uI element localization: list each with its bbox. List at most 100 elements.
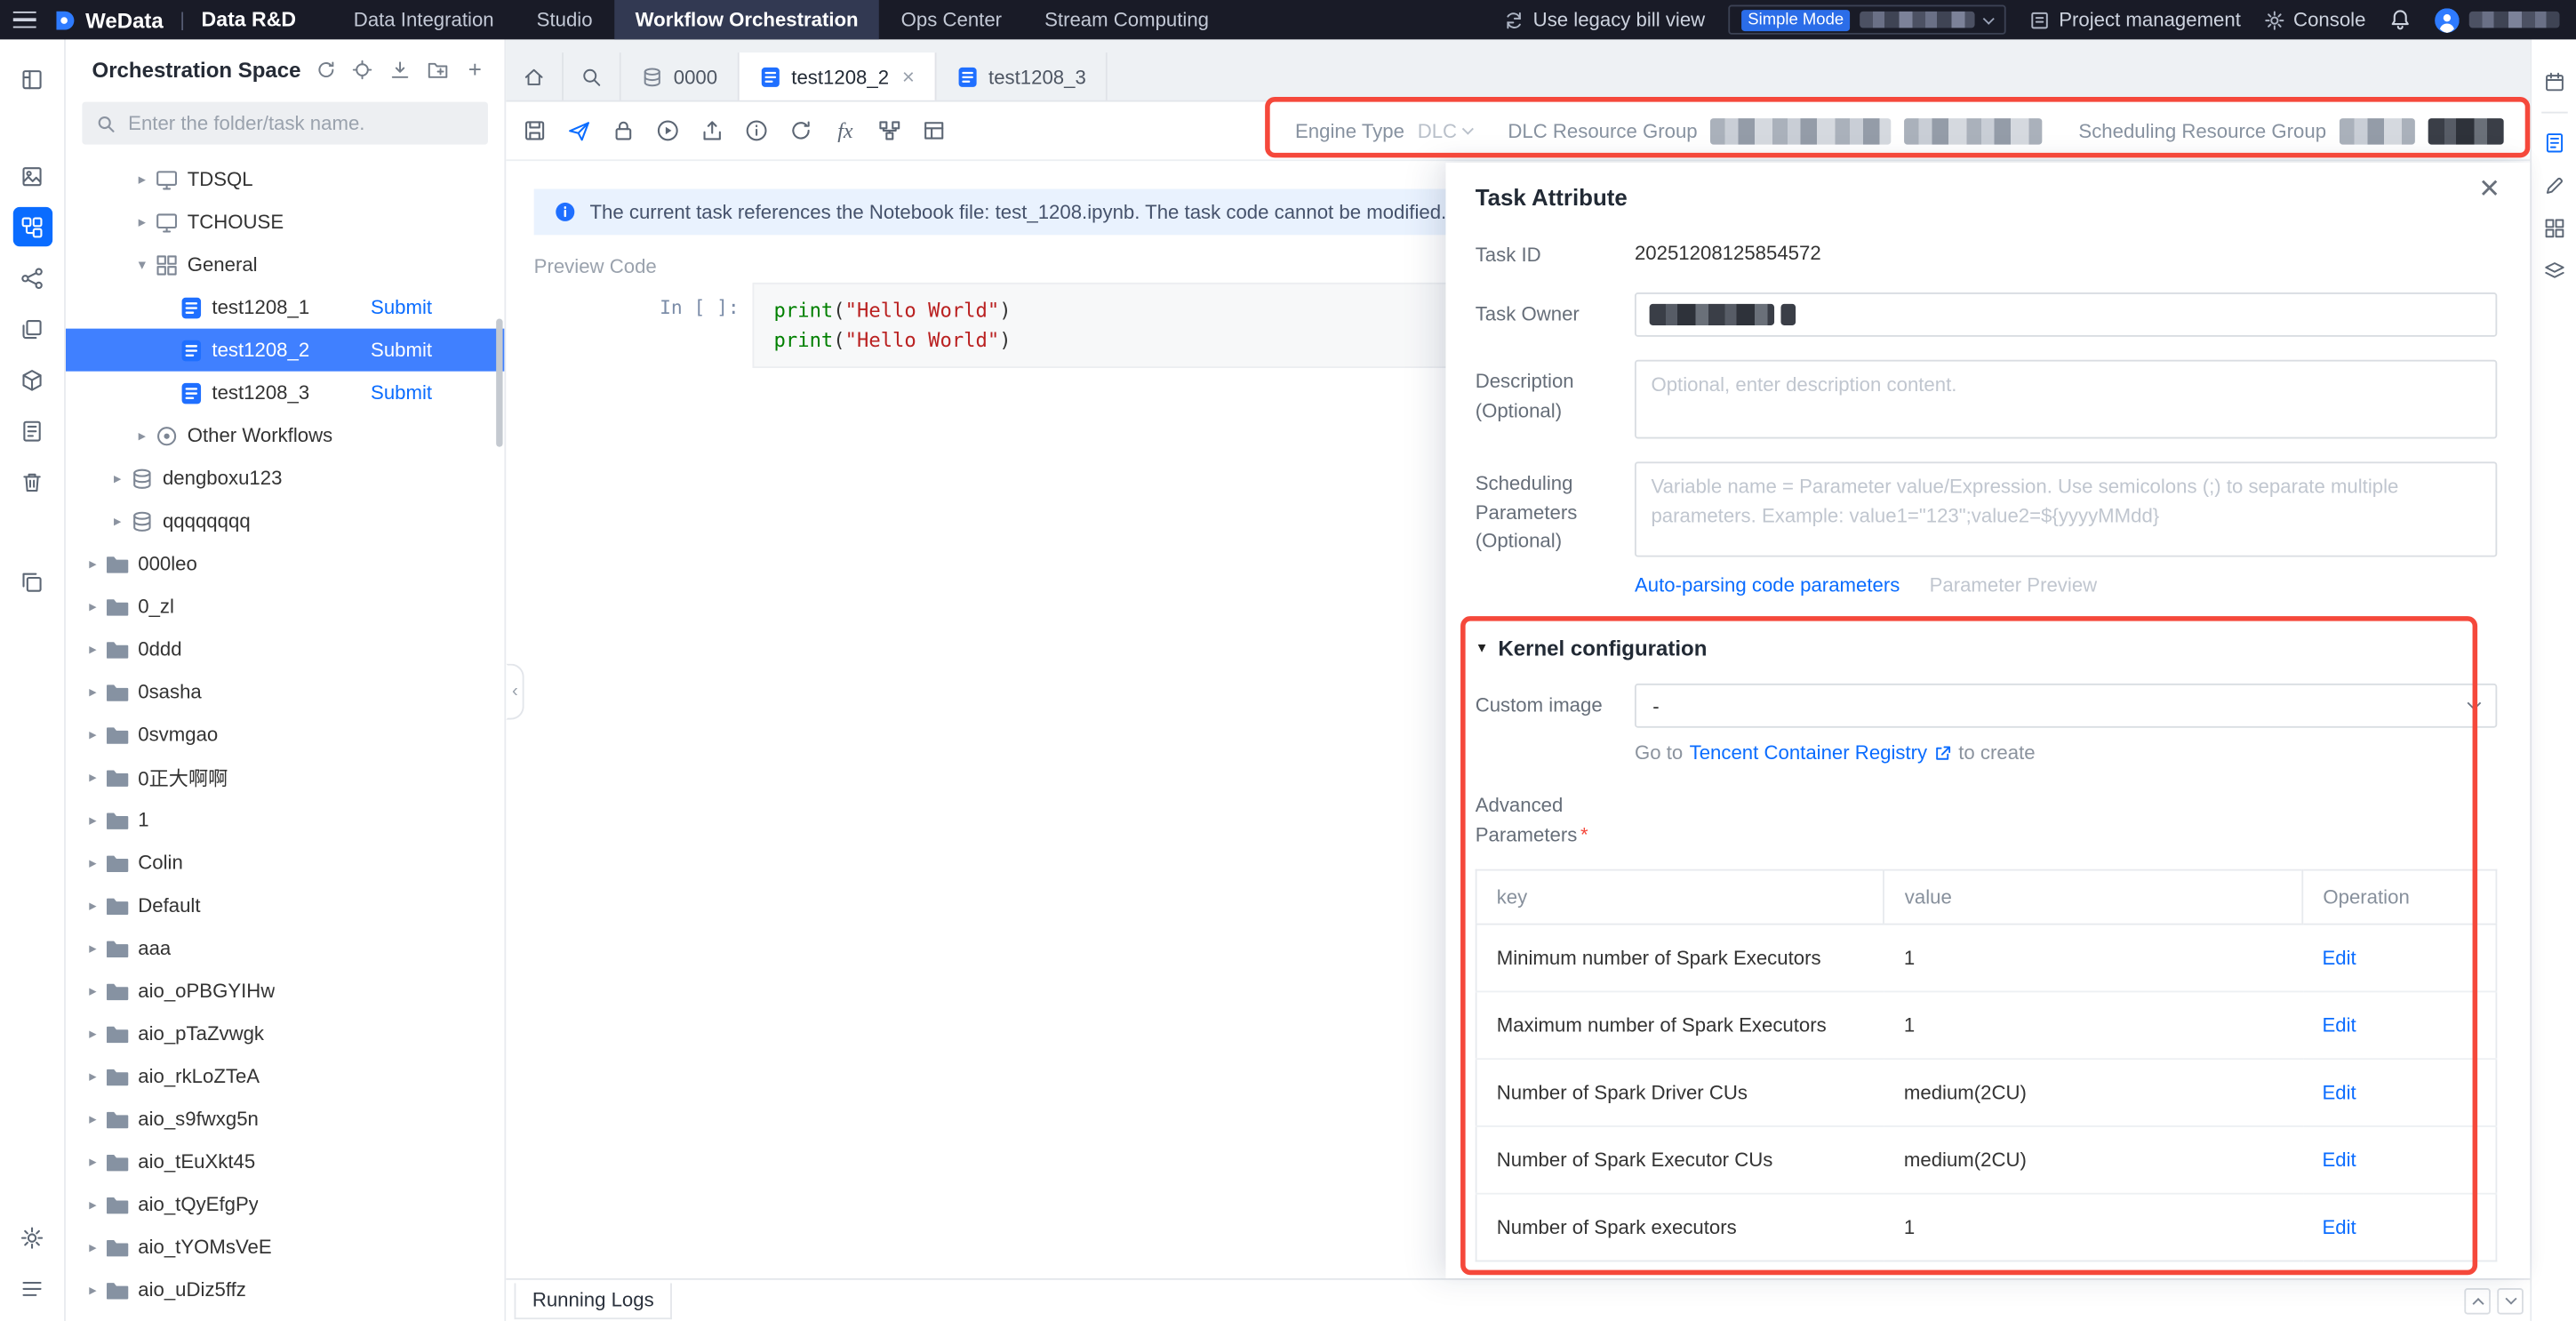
search-input[interactable] — [82, 101, 488, 145]
tencent-container-registry-link[interactable]: Tencent Container Registry — [1690, 741, 1928, 765]
nav-item-ops-center[interactable]: Ops Center — [880, 0, 1023, 39]
chevron-right-icon[interactable]: ▸ — [82, 1153, 103, 1169]
tab-test1208_2[interactable]: test1208_2 × — [739, 52, 936, 100]
edit-link[interactable]: Edit — [2322, 1149, 2356, 1173]
edit-link[interactable]: Edit — [2322, 1014, 2356, 1037]
project-selector[interactable]: Simple Mode — [1728, 4, 2007, 35]
pages-icon[interactable] — [12, 308, 52, 348]
chevron-right-icon[interactable]: ▸ — [82, 556, 103, 572]
submit-link[interactable]: Submit — [371, 296, 432, 319]
calendar-icon[interactable] — [2538, 66, 2571, 99]
tree-item-qqqqqqqq[interactable]: ▸ qqqqqqqq — [66, 500, 504, 542]
chevron-down-icon[interactable]: ▾ — [132, 256, 153, 272]
redacted-scheduling-resource-group-value-2[interactable] — [2428, 117, 2504, 144]
chevron-right-icon[interactable]: ▸ — [132, 171, 153, 187]
tree-item-000leo[interactable]: ▸ 000leo — [66, 542, 504, 585]
stop-icon[interactable] — [737, 111, 776, 150]
submit-link[interactable]: Submit — [371, 381, 432, 404]
sidebar-collapse-handle[interactable]: ‹ — [506, 663, 524, 720]
nav-item-stream-computing[interactable]: Stream Computing — [1023, 0, 1230, 39]
tree-item-0正大啊啊[interactable]: ▸ 0正大啊啊 — [66, 756, 504, 798]
grid-icon[interactable] — [2538, 212, 2571, 244]
function-icon[interactable]: fx — [826, 111, 865, 150]
redacted-dlc-resource-group-value-2[interactable] — [1904, 117, 2043, 144]
chevron-right-icon[interactable]: ▸ — [82, 812, 103, 828]
parameter-preview-link[interactable]: Parameter Preview — [1930, 574, 2098, 597]
locate-icon[interactable] — [350, 56, 376, 83]
edit-pen-icon[interactable] — [2538, 169, 2571, 202]
engine-type-select[interactable]: DLC — [1418, 119, 1474, 142]
chevron-right-icon[interactable]: ▸ — [107, 470, 128, 486]
chevron-right-icon[interactable]: ▸ — [82, 726, 103, 742]
tree-item-Default[interactable]: ▸ Default — [66, 884, 504, 926]
tree-item-test1208_3[interactable]: test1208_3 Submit — [66, 372, 504, 414]
redacted-dlc-resource-group-value-1[interactable] — [1710, 117, 1892, 144]
edit-link[interactable]: Edit — [2322, 947, 2356, 970]
task-attribute-icon[interactable] — [2538, 126, 2571, 159]
deploy-icon[interactable] — [692, 111, 732, 150]
collapse-down-icon[interactable] — [2497, 1287, 2524, 1314]
chevron-right-icon[interactable]: ▸ — [82, 982, 103, 998]
refresh-icon[interactable] — [312, 56, 338, 83]
nav-item-studio[interactable]: Studio — [516, 0, 614, 39]
tree-item-TDSQL[interactable]: ▸ TDSQL — [66, 157, 504, 200]
send-icon[interactable] — [559, 111, 598, 150]
chevron-right-icon[interactable]: ▸ — [82, 684, 103, 700]
form-icon[interactable] — [12, 411, 52, 450]
lock-icon[interactable] — [604, 111, 643, 150]
chevron-right-icon[interactable]: ▸ — [132, 213, 153, 229]
plus-icon[interactable]: + — [462, 56, 488, 83]
settings-icon[interactable] — [12, 1218, 52, 1257]
submit-link[interactable]: Submit — [371, 339, 432, 362]
scrollbar-thumb[interactable] — [496, 318, 503, 447]
tree-item-test1208_2[interactable]: test1208_2 Submit — [65, 328, 505, 372]
redacted-scheduling-resource-group-value-1[interactable] — [2339, 117, 2415, 144]
scheduling-parameters-textarea[interactable]: Variable name = Parameter value/Expressi… — [1634, 462, 2498, 558]
lineage-icon[interactable] — [12, 258, 52, 297]
tree-item-Colin[interactable]: ▸ Colin — [66, 841, 504, 884]
kernel-config-header[interactable]: ▼ Kernel configuration — [1476, 636, 2498, 661]
chevron-right-icon[interactable]: ▸ — [82, 641, 103, 657]
datamap-icon[interactable] — [12, 156, 52, 196]
layout-icon[interactable] — [915, 111, 954, 150]
tree-item-aio_oPBGYIHw[interactable]: ▸ aio_oPBGYIHw — [66, 969, 504, 1012]
workflow-icon[interactable] — [870, 111, 909, 150]
tree-item-aio_uDiz5ffz[interactable]: ▸ aio_uDiz5ffz — [66, 1269, 504, 1311]
tree-item-0ddd[interactable]: ▸ 0ddd — [66, 628, 504, 670]
chevron-right-icon[interactable]: ▸ — [82, 1239, 103, 1254]
edit-link[interactable]: Edit — [2322, 1216, 2356, 1239]
chevron-right-icon[interactable]: ▸ — [82, 1196, 103, 1212]
chevron-right-icon[interactable]: ▸ — [82, 940, 103, 956]
tab-test1208_3[interactable]: test1208_3 — [936, 52, 1108, 100]
tree-item-1[interactable]: ▸ 1 — [66, 798, 504, 841]
save-icon[interactable] — [515, 111, 554, 150]
user-account[interactable] — [2435, 7, 2560, 33]
console-link[interactable]: Console — [2264, 8, 2365, 31]
layers-icon[interactable] — [2538, 254, 2571, 287]
nav-item-data-integration[interactable]: Data Integration — [332, 0, 516, 39]
orchestration-icon[interactable] — [12, 206, 52, 247]
chevron-right-icon[interactable]: ▸ — [107, 513, 128, 529]
tab-home[interactable] — [506, 52, 564, 100]
chevron-right-icon[interactable]: ▸ — [82, 1068, 103, 1084]
tree-item-aaa[interactable]: ▸ aaa — [66, 926, 504, 969]
auto-parsing-link[interactable]: Auto-parsing code parameters — [1635, 574, 1900, 597]
chevron-right-icon[interactable]: ▸ — [82, 897, 103, 913]
project-management-link[interactable]: Project management — [2029, 8, 2241, 31]
menu-icon[interactable] — [12, 1269, 52, 1308]
chevron-right-icon[interactable]: ▸ — [82, 854, 103, 870]
wedata-brand[interactable]: WeData — [52, 7, 164, 32]
recycle-bin-icon[interactable] — [12, 461, 52, 500]
tree-item-0_zl[interactable]: ▸ 0_zl — [66, 585, 504, 628]
tree-item-test1208_1[interactable]: test1208_1 Submit — [66, 286, 504, 329]
bell-icon[interactable] — [2388, 8, 2412, 31]
tree-item-aio_pTaZvwgk[interactable]: ▸ aio_pTaZvwgk — [66, 1012, 504, 1054]
close-icon[interactable]: ✕ — [2478, 177, 2500, 204]
run-icon[interactable] — [648, 111, 687, 150]
tree-item-0sasha[interactable]: ▸ 0sasha — [66, 670, 504, 713]
chevron-right-icon[interactable]: ▸ — [132, 428, 153, 443]
tree-item-General[interactable]: ▾ General — [66, 244, 504, 286]
workspace-icon[interactable] — [12, 60, 52, 99]
hamburger-menu-icon[interactable] — [12, 11, 36, 28]
tree-item-0svmgao[interactable]: ▸ 0svmgao — [66, 713, 504, 756]
